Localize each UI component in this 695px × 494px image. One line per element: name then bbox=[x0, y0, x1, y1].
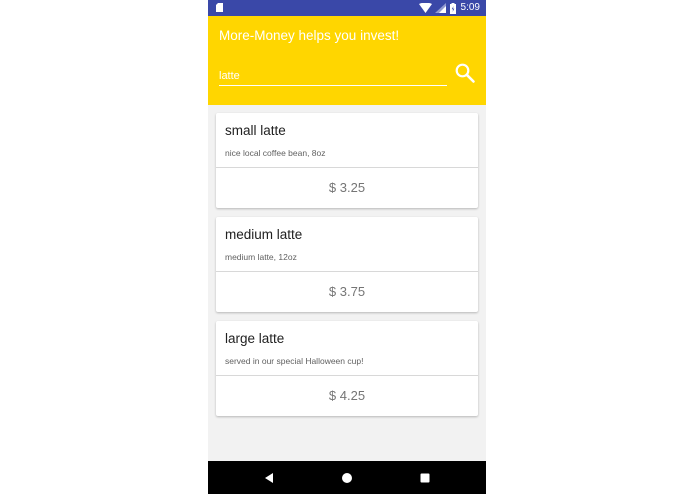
product-description: medium latte, 12oz bbox=[225, 252, 297, 262]
search-button[interactable] bbox=[454, 62, 476, 84]
search-input[interactable] bbox=[219, 66, 447, 86]
card-header: large latte served in our special Hallow… bbox=[216, 321, 478, 376]
wifi-icon bbox=[418, 3, 432, 13]
product-list: small latte nice local coffee bean, 8oz … bbox=[216, 113, 478, 425]
home-button[interactable] bbox=[327, 461, 367, 494]
product-card[interactable]: small latte nice local coffee bean, 8oz … bbox=[216, 113, 478, 208]
status-icons: 5:09 bbox=[418, 2, 480, 14]
sim-card-icon bbox=[216, 3, 223, 12]
app-title: More-Money helps you invest! bbox=[219, 28, 400, 43]
clock: 5:09 bbox=[460, 2, 480, 13]
app-bar: More-Money helps you invest! bbox=[208, 16, 486, 105]
navigation-bar bbox=[208, 461, 486, 494]
product-title: large latte bbox=[225, 331, 285, 346]
back-button[interactable] bbox=[249, 461, 289, 494]
product-card[interactable]: medium latte medium latte, 12oz $ 3.75 bbox=[216, 217, 478, 312]
recents-square-icon bbox=[420, 473, 430, 482]
product-description: served in our special Halloween cup! bbox=[225, 356, 364, 366]
product-card[interactable]: large latte served in our special Hallow… bbox=[216, 321, 478, 416]
recents-button[interactable] bbox=[405, 461, 445, 494]
search-icon bbox=[455, 63, 475, 83]
product-description: nice local coffee bean, 8oz bbox=[225, 148, 326, 158]
price-button[interactable]: $ 3.75 bbox=[216, 272, 478, 312]
signal-icon bbox=[434, 3, 446, 13]
home-circle-icon bbox=[342, 472, 352, 483]
product-title: medium latte bbox=[225, 227, 303, 242]
phone-screen: 5:09 More-Money helps you invest! small … bbox=[208, 0, 486, 494]
card-header: medium latte medium latte, 12oz bbox=[216, 217, 478, 272]
battery-icon bbox=[449, 2, 456, 14]
product-title: small latte bbox=[225, 123, 286, 138]
status-bar: 5:09 bbox=[208, 0, 486, 16]
price-button[interactable]: $ 3.25 bbox=[216, 168, 478, 208]
back-triangle-icon bbox=[265, 472, 273, 483]
card-header: small latte nice local coffee bean, 8oz bbox=[216, 113, 478, 168]
price-button[interactable]: $ 4.25 bbox=[216, 376, 478, 416]
